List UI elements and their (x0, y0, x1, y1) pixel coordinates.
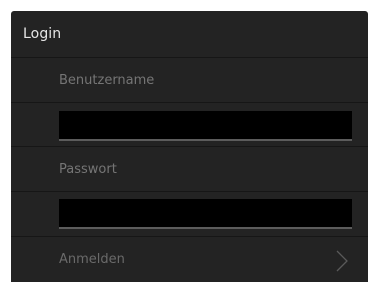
login-submit-label: Anmelden (59, 252, 125, 267)
login-panel: Login Benutzername Passwort Anmelden (11, 11, 368, 282)
login-title: Login (23, 26, 62, 42)
username-input-row (11, 103, 368, 147)
password-input[interactable] (59, 199, 352, 229)
password-input-row (11, 192, 368, 237)
login-submit-button[interactable]: Anmelden (11, 237, 368, 282)
username-label-row: Benutzername (11, 58, 368, 103)
password-label: Passwort (59, 162, 117, 177)
username-label: Benutzername (59, 73, 155, 88)
username-input[interactable] (59, 111, 352, 141)
chevron-right-icon (336, 250, 348, 272)
password-label-row: Passwort (11, 147, 368, 192)
login-header: Login (11, 11, 368, 58)
